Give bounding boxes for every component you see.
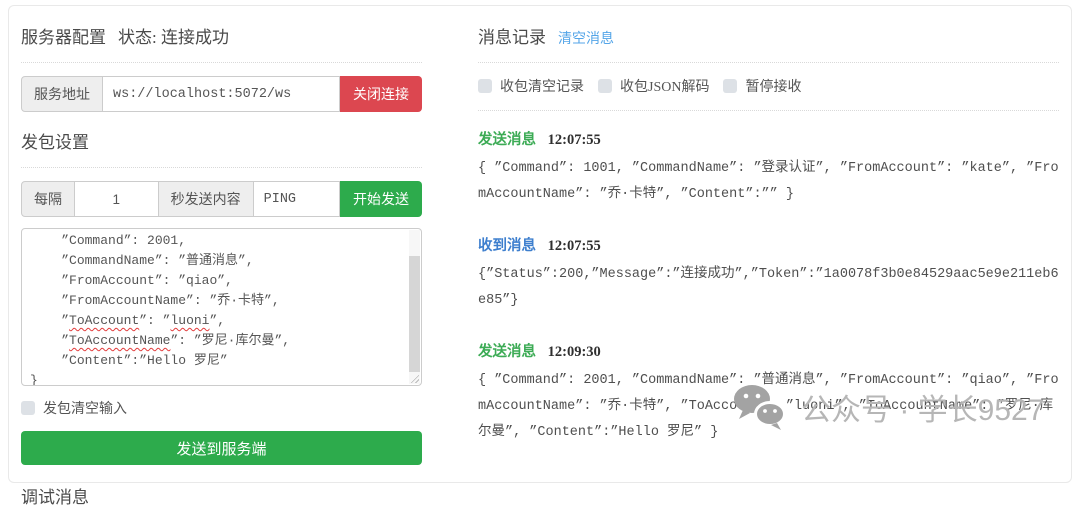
interval-input[interactable] xyxy=(75,181,159,217)
divider xyxy=(478,62,1059,63)
server-address-label: 服务地址 xyxy=(21,76,103,112)
message-log-title: 消息记录 xyxy=(478,23,546,48)
divider xyxy=(478,110,1059,111)
divider xyxy=(21,167,422,168)
watermark-text: 公众号 · 学长9527 xyxy=(801,385,1044,429)
clear-input-label: 发包清空输入 xyxy=(43,398,127,418)
message-log-header: 消息记录 清空消息 xyxy=(478,23,1059,48)
message-body: {”Status”:200,”Message”:”连接成功”,”Token”:”… xyxy=(478,262,1059,314)
clear-on-receive-checkbox[interactable] xyxy=(478,79,492,93)
clear-input-option: 发包清空输入 xyxy=(21,398,422,418)
receive-options-row: 收包清空记录 收包JSON解码 暂停接收 xyxy=(478,76,1059,96)
message-type-label: 发送消息 xyxy=(478,132,536,148)
message-time: 12:07:55 xyxy=(548,132,601,148)
connection-status-text: 状态: 连接成功 xyxy=(118,23,229,48)
interval-unit-label: 秒发送内容 xyxy=(159,181,254,217)
option-clear-on-receive: 收包清空记录 xyxy=(478,76,584,96)
disconnect-button[interactable]: 关闭连接 xyxy=(340,76,422,112)
server-address-group: 服务地址 关闭连接 xyxy=(21,76,422,112)
pause-receive-label: 暂停接收 xyxy=(745,76,801,96)
packet-textarea-content: ”Command”: 2001, ”CommandName”: ”普通消息”, … xyxy=(30,231,411,386)
json-decode-checkbox[interactable] xyxy=(598,79,612,93)
textarea-scrollbar[interactable] xyxy=(409,230,420,384)
send-to-server-button[interactable]: 发送到服务端 xyxy=(21,431,422,465)
message-item: 发送消息 12:07:55 { ”Command”: 1001, ”Comman… xyxy=(478,128,1059,208)
message-type-label: 收到消息 xyxy=(478,238,536,254)
debug-messages-title: 调试消息 xyxy=(21,483,422,508)
pause-receive-checkbox[interactable] xyxy=(723,79,737,93)
message-body: { ”Command”: 1001, ”CommandName”: ”登录认证”… xyxy=(478,156,1059,208)
divider xyxy=(21,62,422,63)
server-config-title: 服务器配置 xyxy=(21,23,106,48)
json-decode-label: 收包JSON解码 xyxy=(620,76,709,96)
packet-settings-title: 发包设置 xyxy=(21,128,422,153)
message-time: 12:07:55 xyxy=(548,238,601,254)
server-config-column: 服务器配置 状态: 连接成功 服务地址 关闭连接 发包设置 每隔 秒发送内容 开… xyxy=(21,19,422,469)
start-send-button[interactable]: 开始发送 xyxy=(340,181,422,217)
wechat-icon xyxy=(732,383,788,431)
interval-label: 每隔 xyxy=(21,181,75,217)
server-address-input[interactable] xyxy=(103,76,340,112)
clear-on-receive-label: 收包清空记录 xyxy=(500,76,584,96)
packet-textarea[interactable]: ”Command”: 2001, ”CommandName”: ”普通消息”, … xyxy=(21,228,422,386)
watermark: 公众号 · 学长9527 xyxy=(732,383,1044,431)
auto-send-group: 每隔 秒发送内容 开始发送 xyxy=(21,181,422,217)
server-config-header: 服务器配置 状态: 连接成功 xyxy=(21,23,422,48)
auto-send-content-input[interactable] xyxy=(254,181,340,217)
clear-input-checkbox[interactable] xyxy=(21,401,35,415)
textarea-scrollbar-thumb[interactable] xyxy=(409,256,420,372)
message-time: 12:09:30 xyxy=(548,344,601,360)
clear-messages-link[interactable]: 清空消息 xyxy=(558,28,614,48)
option-pause-receive: 暂停接收 xyxy=(723,76,801,96)
message-type-label: 发送消息 xyxy=(478,344,536,360)
message-item: 收到消息 12:07:55 {”Status”:200,”Message”:”连… xyxy=(478,234,1059,314)
option-json-decode: 收包JSON解码 xyxy=(598,76,709,96)
